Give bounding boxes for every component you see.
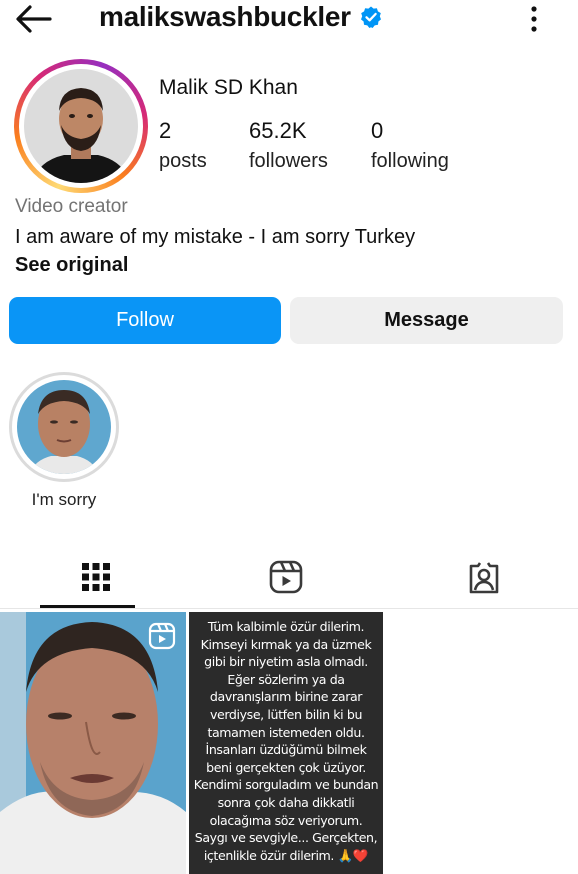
apology-line: Saygı ve sevgiyle... Gerçekten,	[194, 830, 378, 846]
bio-text: I am aware of my mistake - I am sorry Tu…	[15, 226, 416, 248]
verified-badge-icon	[360, 6, 381, 28]
apology-line: Kendimi sorguladım ve bundan	[193, 777, 379, 793]
username-header: malikswashbuckler	[99, 1, 383, 33]
active-tab-indicator	[40, 605, 135, 608]
back-arrow-icon[interactable]	[14, 4, 54, 34]
reels-icon	[269, 560, 303, 593]
post-thumbnail-reel[interactable]	[0, 612, 186, 874]
posts-label: posts	[159, 150, 207, 172]
apology-line: gibi bir niyetim asla olmadı.	[204, 654, 368, 670]
tagged-icon	[469, 561, 499, 593]
profile-avatar-story-ring[interactable]	[14, 59, 148, 193]
display-name: Malik SD Khan	[159, 76, 298, 99]
apology-line: İnsanları üzdüğümü bilmek	[205, 742, 367, 758]
apology-line: tamamen istemeden oldu.	[207, 724, 365, 740]
apology-line: içtenlikle özür dilerim. 🙏❤️	[203, 847, 369, 863]
highlight-cover	[17, 380, 111, 474]
tab-reels[interactable]	[190, 545, 382, 608]
message-button[interactable]: Message	[290, 297, 563, 344]
tab-posts-grid[interactable]	[0, 545, 192, 608]
grid-icon	[82, 562, 110, 591]
see-original-link[interactable]: See original	[15, 254, 128, 277]
follow-button[interactable]: Follow	[9, 297, 281, 344]
followers-stat[interactable]: 65.2K followers	[249, 116, 328, 176]
apology-line: Kimseyi kırmak ya da üzmek	[200, 636, 372, 652]
apology-line: Eğer sözlerim ya da	[227, 671, 345, 687]
apology-line: verdiyse, lütfen bilin ki bu	[209, 706, 363, 722]
apology-line: davranışlarım birine zarar	[209, 689, 363, 705]
followers-count: 65.2K	[249, 118, 307, 143]
tab-tagged[interactable]	[388, 545, 578, 608]
avatar	[24, 69, 138, 183]
profile-tabs	[0, 545, 578, 609]
username: malikswashbuckler	[99, 1, 351, 32]
apology-line: Tüm kalbimle özür dilerim.	[207, 619, 365, 634]
apology-text: Tüm kalbimle özür dilerim. Kimseyi kırma…	[193, 618, 379, 864]
highlight-label: I'm sorry	[31, 490, 97, 509]
following-stat[interactable]: 0 following	[371, 116, 449, 176]
reel-thumbnail-image	[0, 612, 186, 874]
top-bar: malikswashbuckler	[0, 0, 578, 40]
post-thumbnail-text[interactable]: Tüm kalbimle özür dilerim. Kimseyi kırma…	[189, 612, 383, 874]
posts-grid: Tüm kalbimle özür dilerim. Kimseyi kırma…	[0, 612, 578, 874]
apology-line: sonra çok daha dikkatli	[217, 794, 355, 810]
following-label: following	[371, 150, 449, 172]
story-highlight[interactable]	[9, 372, 119, 482]
apology-line: olacağıma söz veriyorum.	[209, 812, 363, 828]
posts-stat: 2 posts	[159, 116, 207, 176]
apology-line: beni gerçekten çok üzüyor.	[206, 759, 366, 775]
followers-label: followers	[249, 150, 328, 172]
more-options-icon[interactable]	[522, 4, 546, 34]
following-count: 0	[371, 118, 384, 143]
profile-category: Video creator	[15, 196, 128, 217]
reel-badge-icon	[148, 622, 176, 650]
posts-count: 2	[159, 118, 172, 143]
